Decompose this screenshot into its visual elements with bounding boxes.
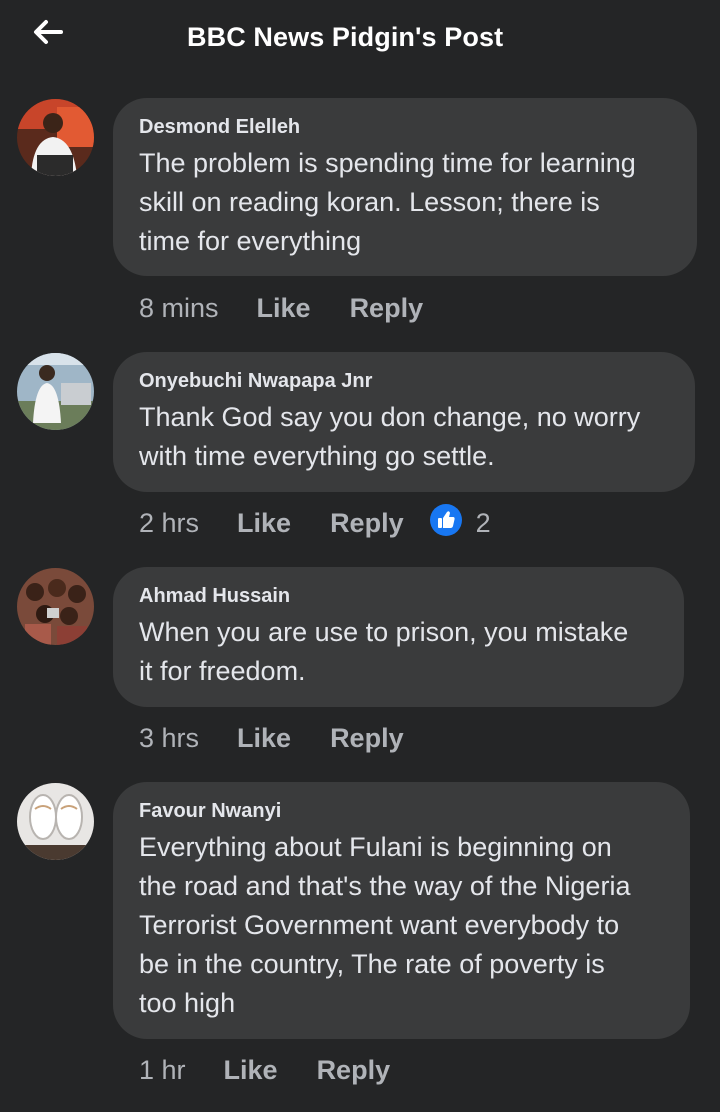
comment-author[interactable]: Ahmad Hussain (139, 585, 658, 607)
comment-time[interactable]: 3 hrs (139, 723, 199, 754)
reaction-count: 2 (475, 507, 491, 538)
comment-text: Thank God say you don change, no worry w… (139, 402, 641, 471)
reply-button[interactable]: Reply (330, 508, 404, 539)
comment-author[interactable]: Favour Nwanyi (139, 800, 664, 822)
comment-author[interactable]: Desmond Elelleh (139, 116, 671, 138)
comment-bubble: Favour Nwanyi Everything about Fulani is… (113, 782, 690, 1039)
comment-time[interactable]: 1 hr (139, 1055, 186, 1086)
comment-time[interactable]: 2 hrs (139, 508, 199, 539)
reaction-summary[interactable]: 2 (429, 503, 491, 543)
comment-author[interactable]: Onyebuchi Nwapapa Jnr (139, 370, 669, 392)
top-bar: BBC News Pidgin's Post (0, 0, 720, 78)
like-button[interactable]: Like (257, 293, 311, 324)
thumbs-up-icon (429, 503, 462, 543)
comment-actions: 8 mins Like Reply (139, 290, 423, 326)
reply-button[interactable]: Reply (317, 1055, 391, 1086)
back-button[interactable] (28, 14, 68, 54)
like-button[interactable]: Like (237, 508, 291, 539)
page-title: BBC News Pidgin's Post (187, 22, 504, 52)
arrow-left-icon (32, 19, 64, 50)
comment-actions: 2 hrs Like Reply 2 (139, 503, 491, 543)
comment-bubble: Ahmad Hussain When you are use to prison… (113, 567, 684, 707)
comment-bubble: Desmond Elelleh The problem is spending … (113, 98, 697, 276)
avatar[interactable] (17, 353, 94, 430)
avatar[interactable] (17, 99, 94, 176)
like-button[interactable]: Like (237, 723, 291, 754)
avatar[interactable] (17, 568, 94, 645)
comment-actions: 1 hr Like Reply (139, 1052, 390, 1088)
avatar[interactable] (17, 783, 94, 860)
comment-text: Everything about Fulani is beginning on … (139, 832, 631, 1018)
comment-time[interactable]: 8 mins (139, 293, 219, 324)
comment-actions: 3 hrs Like Reply (139, 720, 404, 756)
like-button[interactable]: Like (224, 1055, 278, 1086)
comment-text: When you are use to prison, you mistake … (139, 617, 629, 686)
comment-text: The problem is spending time for learnin… (139, 148, 636, 256)
reply-button[interactable]: Reply (350, 293, 424, 324)
reply-button[interactable]: Reply (330, 723, 404, 754)
comment-bubble: Onyebuchi Nwapapa Jnr Thank God say you … (113, 352, 695, 492)
